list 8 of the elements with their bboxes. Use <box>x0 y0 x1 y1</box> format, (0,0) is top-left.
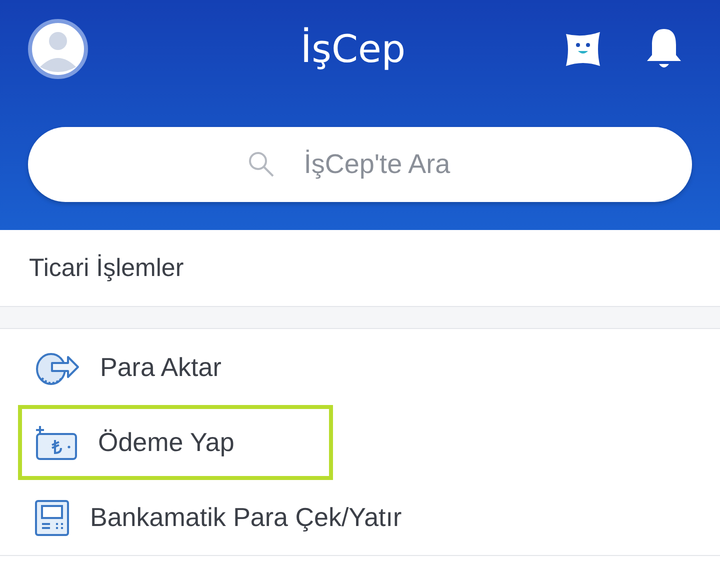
menu-item[interactable]: Para Aktar <box>18 330 720 405</box>
app-title: İşCep <box>300 27 406 71</box>
avatar-icon[interactable] <box>28 19 88 79</box>
lira-card-icon <box>34 424 78 462</box>
menu-item[interactable]: Ödeme Yap <box>18 405 333 480</box>
search-field[interactable]: İşCep'te Ara <box>28 127 692 202</box>
atm-icon <box>34 498 70 536</box>
menu-item[interactable]: Bankamatik Para Çek/Yatır <box>18 480 720 555</box>
